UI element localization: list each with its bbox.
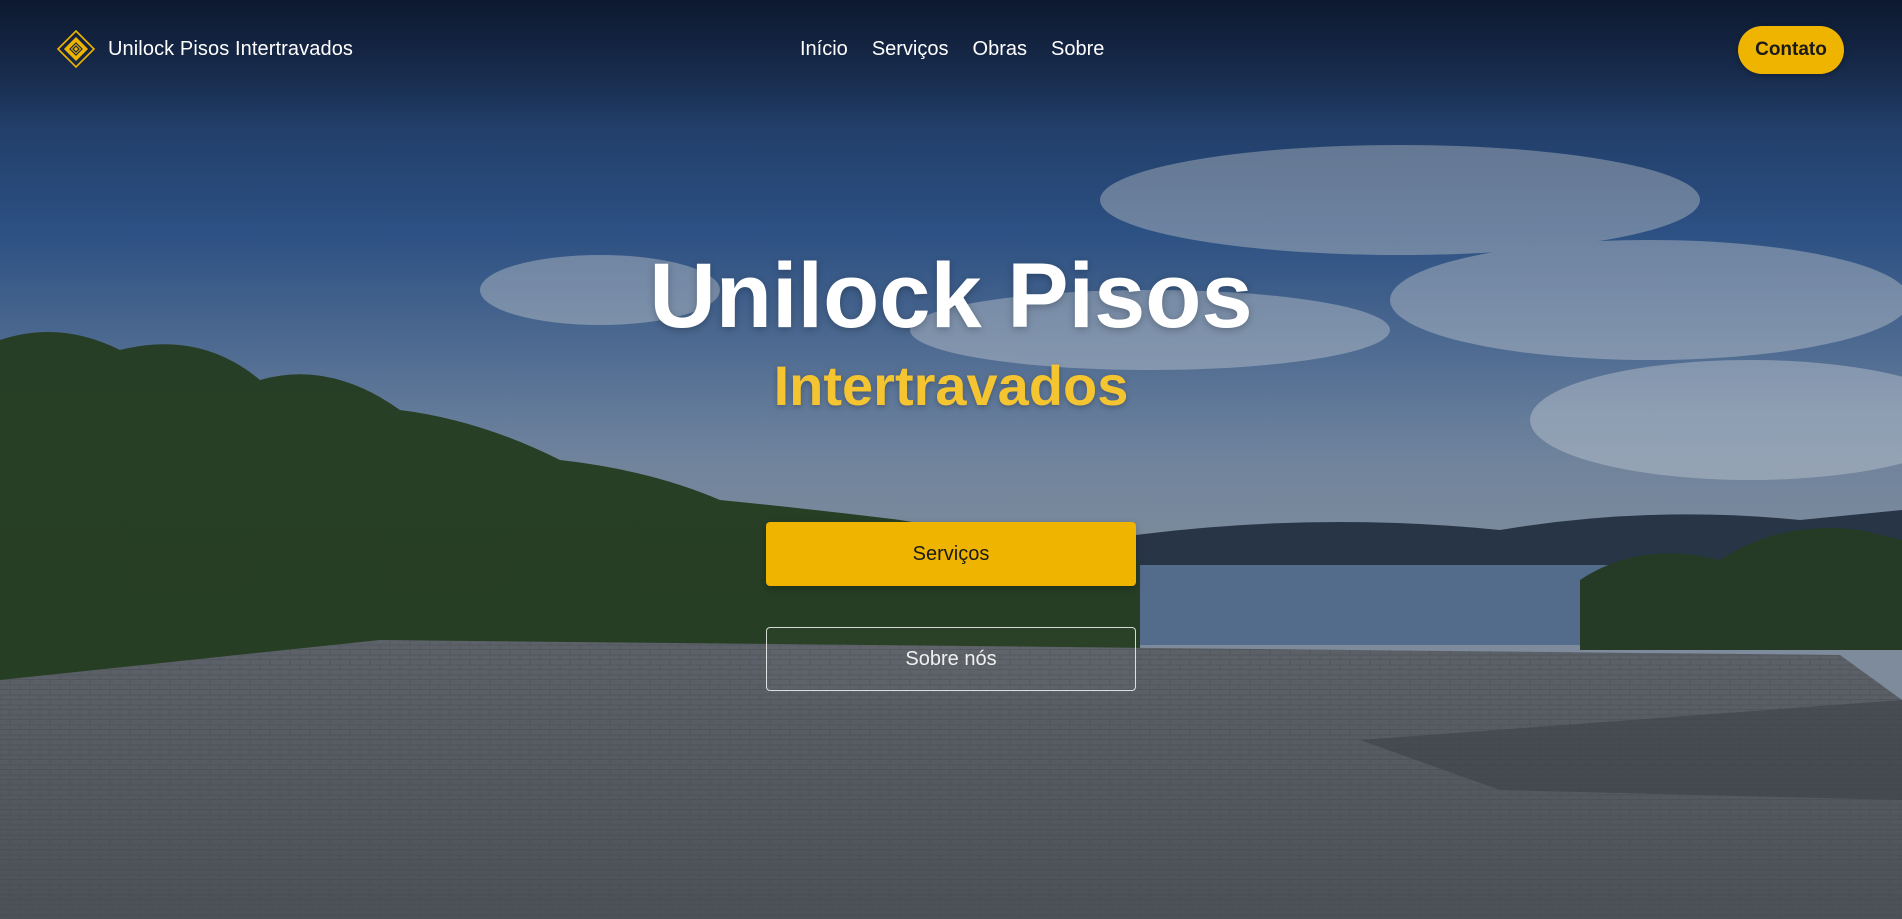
site-header: Unilock Pisos Intertravados Início Servi… [0,0,1902,100]
contact-button[interactable]: Contato [1738,26,1844,74]
about-us-button[interactable]: Sobre nós [766,627,1136,691]
diamond-paver-logo-icon [56,29,96,69]
brand-name: Unilock Pisos Intertravados [108,37,354,60]
main-nav: Início Serviços Obras Sobre [800,36,1128,62]
hero-overlay [0,0,1902,919]
hero-subtitle: Intertravados [773,354,1129,417]
services-button[interactable]: Serviços [766,522,1136,586]
brand[interactable]: Unilock Pisos Intertravados [56,29,353,69]
nav-link-sobre[interactable]: Sobre [1051,36,1104,62]
nav-link-obras[interactable]: Obras [973,36,1027,62]
hero-title: Unilock Pisos [649,245,1253,347]
nav-link-servicos[interactable]: Serviços [872,36,949,62]
hero-section: Unilock Pisos Intertravados Início Servi… [0,0,1902,919]
nav-link-inicio[interactable]: Início [800,36,848,62]
